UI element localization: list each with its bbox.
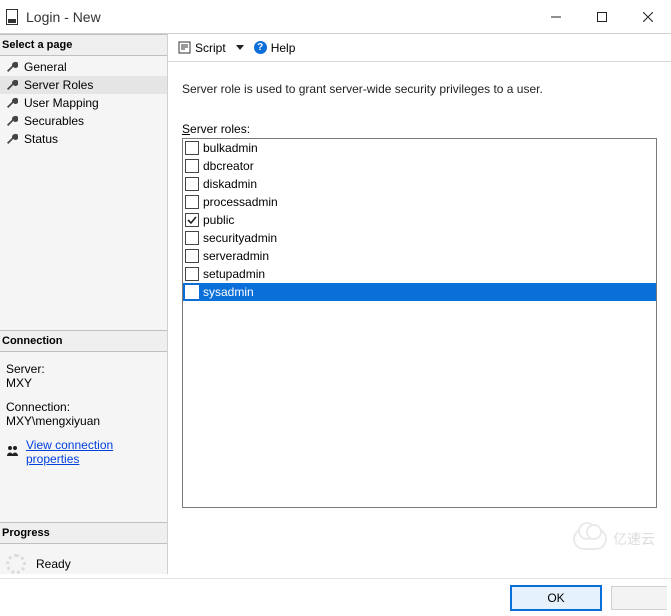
- dialog-body: Select a page General Server Roles User Ma…: [0, 34, 671, 574]
- script-button[interactable]: Script: [178, 41, 226, 55]
- maximize-button[interactable]: [579, 1, 625, 33]
- wrench-icon: [6, 61, 18, 73]
- role-checkbox[interactable]: [185, 177, 199, 191]
- connection-header: Connection: [0, 330, 167, 352]
- page-nav-item-server-roles[interactable]: Server Roles: [0, 76, 167, 94]
- help-icon: ?: [254, 41, 267, 54]
- page-nav-item-user-mapping[interactable]: User Mapping: [0, 94, 167, 112]
- role-checkbox[interactable]: [185, 195, 199, 209]
- role-name: bulkadmin: [203, 141, 258, 155]
- wrench-icon: [6, 97, 18, 109]
- view-connection-properties-link[interactable]: View connection properties: [26, 438, 161, 466]
- left-panel: Select a page General Server Roles User Ma…: [0, 34, 168, 574]
- watermark-text: 亿速云: [613, 529, 655, 549]
- page-nav-label: Securables: [24, 114, 84, 128]
- role-row-public[interactable]: public: [183, 211, 656, 229]
- role-checkbox[interactable]: [185, 267, 199, 281]
- page-nav-item-securables[interactable]: Securables: [0, 112, 167, 130]
- role-checkbox[interactable]: [185, 159, 199, 173]
- help-button[interactable]: ? Help: [254, 41, 296, 55]
- role-row-sysadmin[interactable]: sysadmin: [183, 283, 656, 301]
- role-row-securityadmin[interactable]: securityadmin: [183, 229, 656, 247]
- server-label: Server:: [6, 362, 161, 376]
- server-roles-listbox[interactable]: bulkadmin dbcreator diskadmin processadmin p…: [182, 138, 657, 508]
- help-label: Help: [271, 41, 296, 55]
- page-nav-label: General: [24, 60, 67, 74]
- watermark: 亿速云: [573, 528, 655, 550]
- role-checkbox[interactable]: [185, 231, 199, 245]
- role-checkbox[interactable]: [185, 213, 199, 227]
- description-text: Server role is used to grant server-wide…: [182, 82, 657, 96]
- role-name: sysadmin: [203, 285, 254, 299]
- role-row-diskadmin[interactable]: diskadmin: [183, 175, 656, 193]
- page-nav-item-status[interactable]: Status: [0, 130, 167, 148]
- minimize-button[interactable]: [533, 1, 579, 33]
- wrench-icon: [6, 115, 18, 127]
- ok-label: OK: [547, 591, 564, 605]
- connection-label: Connection:: [6, 400, 161, 414]
- script-dropdown-arrow[interactable]: [236, 45, 244, 50]
- role-row-bulkadmin[interactable]: bulkadmin: [183, 139, 656, 157]
- page-nav-label: Status: [24, 132, 58, 146]
- page-nav-item-general[interactable]: General: [0, 58, 167, 76]
- page-nav: General Server Roles User Mapping Securable…: [0, 56, 167, 150]
- role-name: public: [203, 213, 234, 227]
- role-name: securityadmin: [203, 231, 277, 245]
- progress-spinner-icon: [6, 554, 26, 574]
- wrench-icon: [6, 133, 18, 145]
- role-checkbox[interactable]: [185, 249, 199, 263]
- role-name: serveradmin: [203, 249, 269, 263]
- toolbar: Script ? Help: [168, 34, 671, 62]
- page-nav-label: Server Roles: [24, 78, 93, 92]
- footer: OK: [0, 578, 671, 616]
- connection-section: Server: MXY Connection: MXY\mengxiyuan V…: [0, 352, 167, 472]
- role-checkbox[interactable]: [185, 285, 199, 299]
- role-name: processadmin: [203, 195, 278, 209]
- role-name: diskadmin: [203, 177, 257, 191]
- right-panel: Script ? Help Server role is used to gra…: [168, 34, 671, 574]
- role-checkbox[interactable]: [185, 141, 199, 155]
- server-value: MXY: [6, 376, 161, 390]
- role-name: setupadmin: [203, 267, 265, 281]
- server-roles-label: Server roles:: [182, 122, 657, 136]
- connection-value: MXY\mengxiyuan: [6, 414, 161, 428]
- cloud-icon: [573, 528, 607, 550]
- people-icon: [6, 444, 20, 461]
- window-controls: [533, 1, 671, 33]
- wrench-icon: [6, 79, 18, 91]
- window-title: Login - New: [26, 9, 101, 25]
- page-nav-label: User Mapping: [24, 96, 99, 110]
- select-page-header: Select a page: [0, 34, 167, 56]
- role-row-dbcreator[interactable]: dbcreator: [183, 157, 656, 175]
- progress-header: Progress: [0, 522, 167, 544]
- titlebar: Login - New: [0, 0, 671, 34]
- content-area: Server role is used to grant server-wide…: [168, 62, 671, 520]
- progress-status: Ready: [36, 557, 71, 571]
- app-icon: [6, 9, 18, 25]
- script-label: Script: [195, 41, 226, 55]
- role-name: dbcreator: [203, 159, 254, 173]
- role-row-serveradmin[interactable]: serveradmin: [183, 247, 656, 265]
- truncated-button[interactable]: [611, 586, 667, 610]
- close-button[interactable]: [625, 1, 671, 33]
- role-row-processadmin[interactable]: processadmin: [183, 193, 656, 211]
- progress-section: Ready: [0, 544, 167, 574]
- role-row-setupadmin[interactable]: setupadmin: [183, 265, 656, 283]
- ok-button[interactable]: OK: [511, 586, 601, 610]
